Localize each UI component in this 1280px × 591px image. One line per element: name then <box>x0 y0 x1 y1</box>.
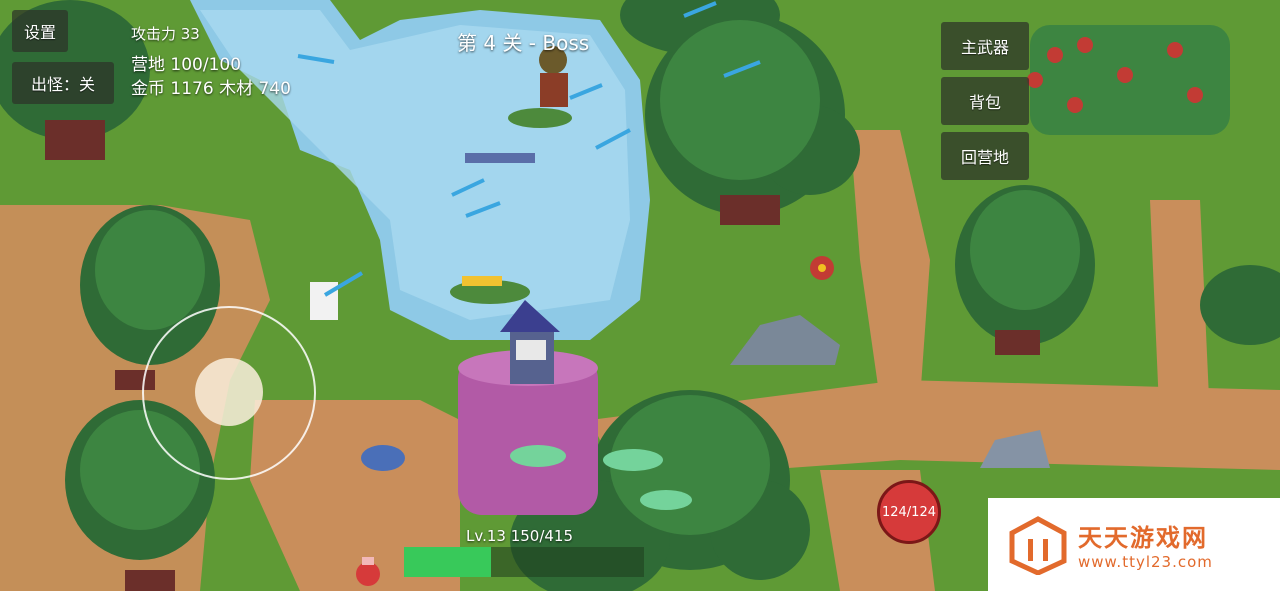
main-weapon-label: 主武器 <box>960 38 1009 57</box>
backpack-label: 背包 <box>968 93 1001 112</box>
return-camp-button[interactable]: 回营地 <box>941 132 1029 180</box>
main-weapon-button[interactable]: 主武器 <box>941 22 1029 70</box>
attack-stat: 攻击力 33 <box>131 25 200 43</box>
watermark-title: 天天游戏网 <box>1078 524 1208 552</box>
resources-stat: 金币 1176 木材 740 <box>131 79 291 99</box>
level-text: Lv.13 150/415 <box>466 527 574 545</box>
joystick-knob[interactable] <box>195 358 263 426</box>
watermark: 天天游戏网 www.ttyl23.com <box>988 498 1280 591</box>
xp-bar-fill <box>404 547 491 577</box>
camp-stat: 营地 100/100 <box>131 55 242 75</box>
settings-label: 设置 <box>23 23 56 42</box>
settings-button[interactable]: 设置 <box>12 10 68 52</box>
watermark-url: www.ttyl23.com <box>1078 553 1213 571</box>
logo-icon <box>1009 515 1067 575</box>
stage-title: 第 4 关 - Boss <box>457 31 590 55</box>
xp-bar <box>404 547 644 577</box>
potion-icon <box>356 562 380 586</box>
health-orb: 124/124 <box>877 480 941 544</box>
backpack-button[interactable]: 背包 <box>941 77 1029 125</box>
hp-text: 124/124 <box>881 504 936 520</box>
spawn-toggle-label: 出怪：关 <box>30 75 95 94</box>
return-camp-label: 回营地 <box>960 148 1009 167</box>
spawn-toggle-button[interactable]: 出怪：关 <box>12 62 114 104</box>
